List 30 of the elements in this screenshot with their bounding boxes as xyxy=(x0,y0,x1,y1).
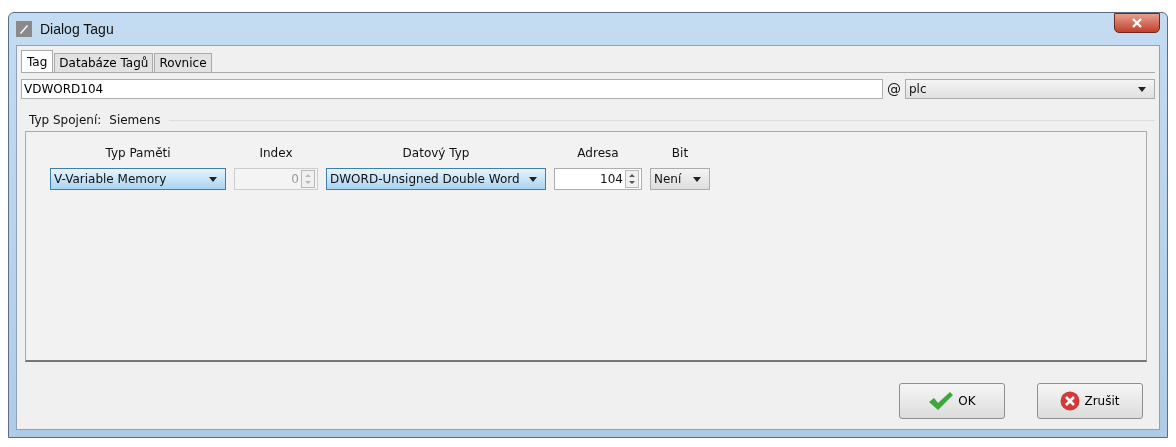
tab[interactable]: Databáze Tagů xyxy=(54,53,154,72)
at-sign: @ xyxy=(887,81,901,97)
cross-circle-icon xyxy=(1060,391,1081,411)
field-label: Index xyxy=(259,146,293,160)
caret-icon xyxy=(209,176,217,182)
caret-icon xyxy=(529,176,537,182)
connection-dropdown[interactable]: plc xyxy=(905,79,1155,99)
connection-type-label: Typ Spojení: xyxy=(29,113,102,127)
tag-name-field[interactable]: VDWORD104 xyxy=(21,79,883,99)
tab[interactable]: Rovnice xyxy=(154,53,212,72)
close-button[interactable] xyxy=(1114,13,1160,33)
spinner-field[interactable]: 104 xyxy=(554,168,642,190)
dropdown[interactable]: DWORD-Unsigned Double Word xyxy=(326,168,546,190)
close-icon xyxy=(1131,18,1143,28)
caret-icon xyxy=(693,176,701,182)
field-label: Adresa xyxy=(577,146,619,160)
spin-arrows-icon[interactable] xyxy=(625,170,639,188)
window-title: Dialog Tagu xyxy=(40,21,114,37)
ok-button[interactable]: OK xyxy=(899,383,1005,419)
field-label: Bit xyxy=(671,146,689,160)
pencil-icon xyxy=(16,21,32,37)
connection-type-value: Siemens xyxy=(109,113,161,127)
tab[interactable]: Tag xyxy=(21,50,54,72)
dropdown[interactable]: V-Variable Memory xyxy=(50,168,226,190)
dropdown[interactable]: Není xyxy=(650,168,710,190)
field-label: Datový Typ xyxy=(402,146,470,160)
cancel-button[interactable]: Zrušit xyxy=(1037,383,1143,419)
caret-icon xyxy=(1138,86,1146,92)
checkmark-icon xyxy=(928,391,955,411)
field-label: Typ Paměti xyxy=(105,146,171,160)
